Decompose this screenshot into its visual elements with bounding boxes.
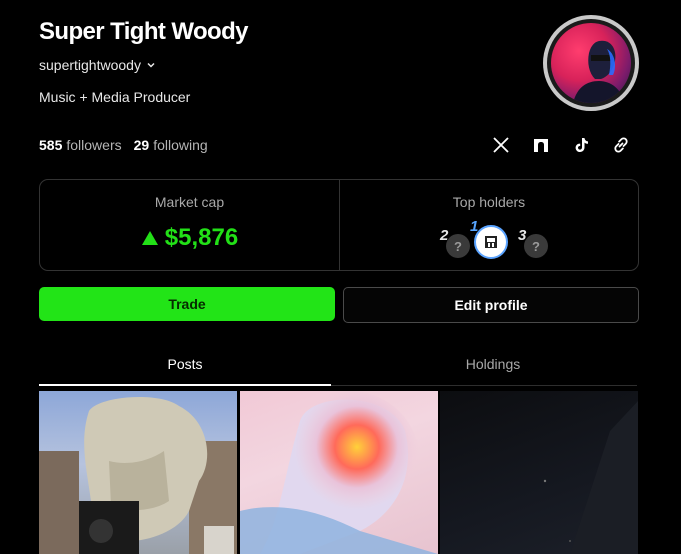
holder-rank-2: 2 — [440, 227, 449, 244]
tiktok-social-link[interactable] — [570, 134, 592, 156]
link-social-link[interactable] — [610, 134, 632, 156]
holder-rank-1: 1 — [470, 218, 479, 235]
profile-bio: Music + Media Producer — [39, 89, 191, 105]
trade-button[interactable]: Trade — [39, 287, 335, 321]
top-holders-label: Top holders — [452, 194, 526, 210]
follow-stats: 585 followers 29 following — [39, 137, 208, 153]
tiktok-icon — [575, 138, 588, 152]
following-count: 29 — [133, 137, 150, 153]
profile-handle: supertightwoody — [39, 57, 141, 73]
post-image — [39, 396, 237, 554]
edit-profile-button[interactable]: Edit profile — [343, 287, 639, 323]
x-icon — [493, 137, 509, 153]
following-label: following — [153, 137, 208, 153]
handle-switcher[interactable]: supertightwoody — [39, 57, 157, 73]
pixel-avatar-icon — [485, 236, 497, 248]
link-icon — [614, 137, 628, 153]
top-holders-list: ? 2 1 ? 3 — [424, 218, 554, 260]
social-links — [490, 134, 632, 156]
tab-posts[interactable]: Posts — [110, 356, 260, 372]
followers-count: 585 — [39, 137, 63, 153]
tab-holdings[interactable]: Holdings — [418, 356, 568, 372]
holder-rank-3: 3 — [518, 227, 527, 244]
post-image — [240, 391, 438, 554]
holder-avatar-3[interactable]: ? — [524, 234, 548, 258]
holder-avatar-1[interactable] — [474, 225, 508, 259]
triangle-up-icon — [141, 231, 158, 245]
market-cap-label: Market cap — [154, 194, 225, 210]
market-cap-value: $5,876 — [164, 224, 239, 251]
market-cap-value-row: $5,876 — [40, 224, 339, 252]
chevron-down-icon — [147, 62, 155, 68]
arch-icon — [534, 139, 548, 152]
post-tile[interactable] — [240, 391, 438, 554]
holder-avatar-2[interactable]: ? — [446, 234, 470, 258]
post-tile[interactable] — [39, 391, 237, 554]
avatar[interactable] — [543, 15, 639, 111]
stats-card: Market cap $5,876 Top holders ? 2 1 ? 3 — [39, 179, 639, 271]
arch-social-link[interactable] — [530, 134, 552, 156]
post-image — [543, 401, 638, 554]
profile-display-name: Super Tight Woody — [39, 18, 249, 45]
following-link[interactable]: 29 following — [134, 137, 208, 153]
post-tile[interactable] — [440, 391, 638, 554]
active-tab-indicator — [39, 384, 331, 386]
avatar-image — [551, 23, 631, 103]
x-social-link[interactable] — [490, 134, 512, 156]
followers-label: followers — [66, 137, 122, 153]
followers-link[interactable]: 585 followers — [39, 137, 122, 153]
